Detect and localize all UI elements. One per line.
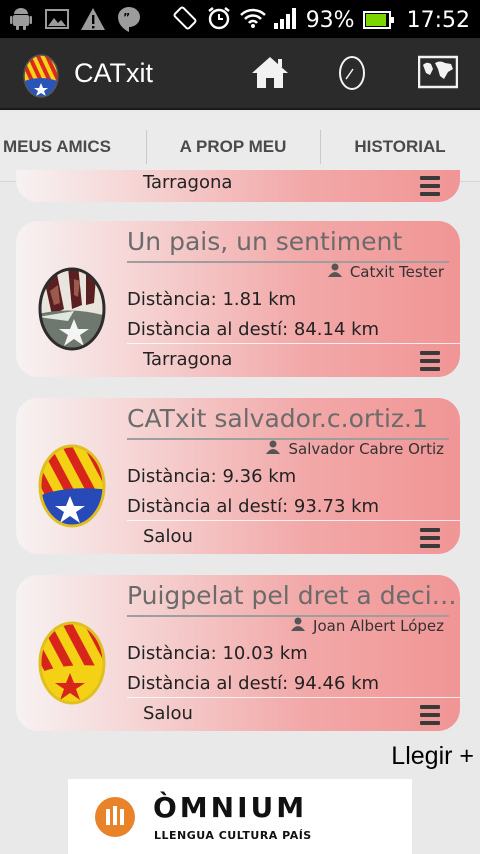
- list-item[interactable]: Un pais, un sentiment Catxit Tester Dist…: [16, 221, 460, 377]
- divider: [127, 697, 460, 698]
- system-icons: 93% 17:52: [172, 5, 470, 35]
- card-city: Salou: [143, 526, 193, 547]
- clock: 17:52: [406, 7, 470, 33]
- card-city: Salou: [143, 703, 193, 724]
- card-city: Tarragona: [143, 172, 233, 193]
- app-bar: CATxit: [0, 38, 480, 110]
- author-name: Catxit Tester: [349, 263, 444, 281]
- card-author: Catxit Tester: [327, 263, 444, 281]
- distance: Distància: 10.03 km: [127, 643, 308, 664]
- author-name: Joan Albert López: [313, 617, 444, 635]
- menu-icon[interactable]: [420, 528, 440, 548]
- svg-text:”: ”: [123, 11, 130, 24]
- omnium-logo-icon: [95, 797, 135, 837]
- card-title: CATxit salvador.c.ortiz.1: [127, 404, 428, 433]
- distance: Distància: 9.36 km: [127, 466, 297, 487]
- wifi-icon: [239, 7, 266, 33]
- list-item-partial[interactable]: Tarragona: [16, 170, 460, 202]
- estelada-red-egg-icon: [34, 613, 110, 707]
- menu-icon[interactable]: [420, 351, 440, 371]
- notification-icons: ”: [8, 6, 142, 32]
- signal-icon: [273, 7, 298, 33]
- banner-name: ÒMNIUM: [153, 791, 308, 824]
- user-icon: [327, 263, 342, 281]
- list-item[interactable]: CATxit salvador.c.ortiz.1 Salvador Cabre…: [16, 398, 460, 554]
- menu-icon[interactable]: [420, 176, 440, 196]
- status-bar: ” 93% 17:52: [0, 0, 480, 38]
- home-icon: [250, 54, 290, 94]
- read-more-link[interactable]: Llegir +: [391, 742, 474, 771]
- rotate-icon: [172, 5, 198, 35]
- divider: [127, 520, 460, 521]
- menu-icon[interactable]: [420, 705, 440, 725]
- card-title: Un pais, un sentiment: [127, 227, 403, 256]
- image-icon: [44, 6, 70, 32]
- battery-icon: [362, 11, 394, 29]
- card-city: Tarragona: [143, 349, 233, 370]
- android-icon: [8, 6, 34, 32]
- hangouts-icon: ”: [116, 6, 142, 32]
- egg-button[interactable]: [330, 52, 374, 96]
- map-icon: [417, 55, 459, 93]
- card-author: Salvador Cabre Ortiz: [266, 440, 444, 458]
- camouflage-egg-icon: [34, 259, 110, 353]
- list-item[interactable]: Puigpelat pel dret a decidir Joan Albert…: [16, 575, 460, 731]
- egg-icon: [337, 53, 367, 95]
- estelada-blue-egg-icon: [34, 436, 110, 530]
- distance: Distància: 1.81 km: [127, 289, 297, 310]
- app-logo-icon[interactable]: [22, 50, 60, 98]
- map-button[interactable]: [416, 52, 460, 96]
- destination-distance: Distància al destí: 93.73 km: [127, 496, 380, 517]
- card-author: Joan Albert López: [291, 617, 444, 635]
- destination-distance: Distància al destí: 94.46 km: [127, 673, 380, 694]
- author-name: Salvador Cabre Ortiz: [288, 440, 444, 458]
- card-title: Puigpelat pel dret a decidir: [127, 581, 457, 610]
- user-icon: [266, 440, 281, 458]
- banner-subtitle: LLENGUA CULTURA PAÍS: [154, 829, 312, 842]
- alarm-icon: [206, 5, 232, 35]
- warning-icon: [80, 6, 106, 32]
- destination-distance: Distància al destí: 84.14 km: [127, 319, 380, 340]
- home-button[interactable]: [248, 52, 292, 96]
- battery-percent: 93%: [305, 7, 355, 33]
- user-icon: [291, 617, 306, 635]
- app-title: CATxit: [74, 58, 153, 88]
- divider: [127, 343, 460, 344]
- omnium-banner[interactable]: ÒMNIUM LLENGUA CULTURA PAÍS: [68, 779, 412, 854]
